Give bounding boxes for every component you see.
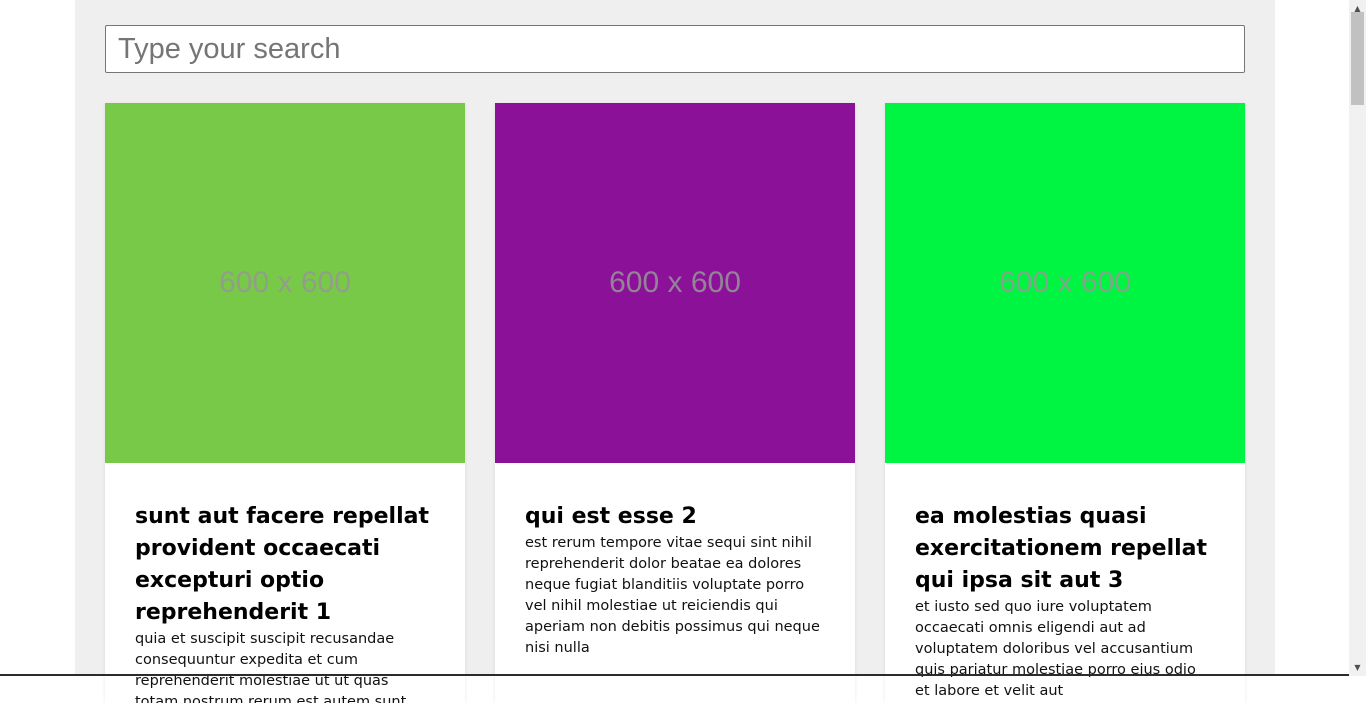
search-input[interactable] xyxy=(105,25,1245,73)
card-image-placeholder: 600 x 600 xyxy=(885,103,1245,463)
card-grid: 600 x 600 sunt aut facere repellat provi… xyxy=(105,103,1245,703)
card[interactable]: 600 x 600 ea molestias quasi exercitatio… xyxy=(885,103,1245,703)
card-text: et iusto sed quo iure voluptatem occaeca… xyxy=(915,599,1196,699)
card-title: qui est esse 2 xyxy=(525,504,697,529)
card-image-label: 600 x 600 xyxy=(219,266,351,299)
page-container: 600 x 600 sunt aut facere repellat provi… xyxy=(75,0,1275,703)
chevron-down-icon[interactable]: ▼ xyxy=(1349,659,1366,676)
card-text: est rerum tempore vitae sequi sint nihil… xyxy=(525,535,820,656)
card-text: quia et suscipit suscipit recusandae con… xyxy=(135,631,407,703)
card-body: sunt aut facere repellat provident occae… xyxy=(105,463,465,703)
card-image-label: 600 x 600 xyxy=(999,266,1131,299)
vertical-scrollbar[interactable]: ▲ ▼ xyxy=(1349,0,1366,676)
card-body: ea molestias quasi exercitationem repell… xyxy=(885,463,1245,702)
card-image-label: 600 x 600 xyxy=(609,266,741,299)
card-image-placeholder: 600 x 600 xyxy=(105,103,465,463)
card-body: qui est esse 2 est rerum tempore vitae s… xyxy=(495,463,855,659)
card-image-placeholder: 600 x 600 xyxy=(495,103,855,463)
card[interactable]: 600 x 600 qui est esse 2 est rerum tempo… xyxy=(495,103,855,703)
card-title: ea molestias quasi exercitationem repell… xyxy=(915,504,1208,593)
search-bar xyxy=(105,25,1245,73)
scrollbar-thumb[interactable] xyxy=(1351,12,1364,105)
card[interactable]: 600 x 600 sunt aut facere repellat provi… xyxy=(105,103,465,703)
card-title: sunt aut facere repellat provident occae… xyxy=(135,504,429,625)
